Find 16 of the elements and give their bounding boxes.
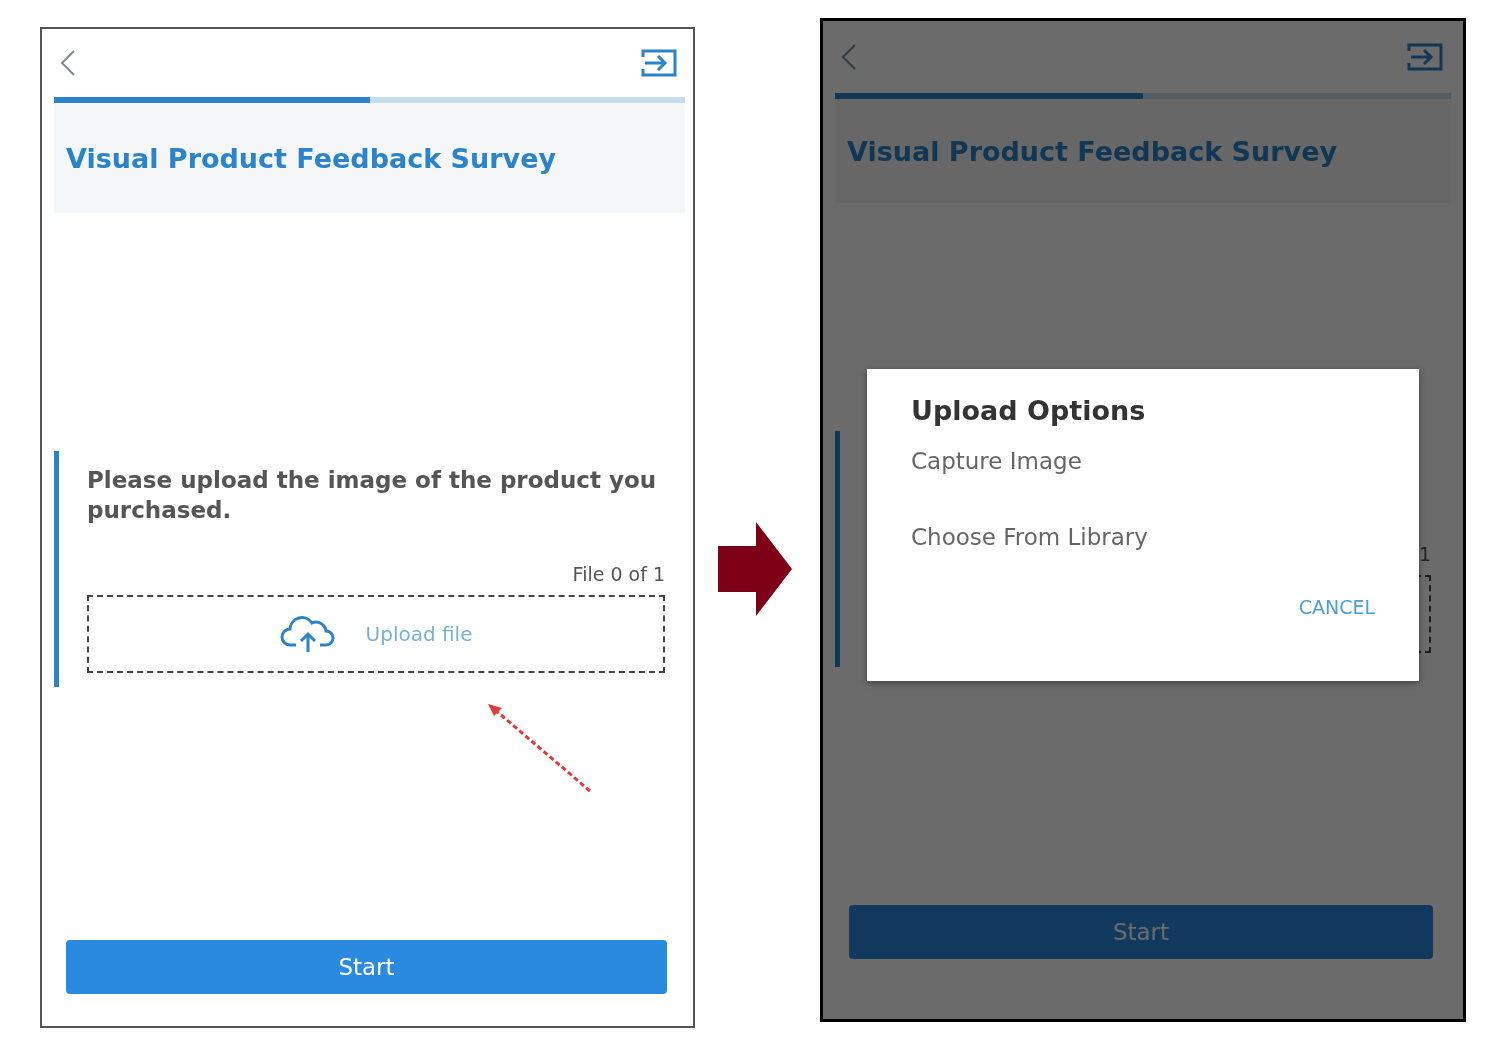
cloud-upload-icon xyxy=(279,615,336,653)
start-button[interactable]: Start xyxy=(849,905,1433,959)
exit-icon[interactable] xyxy=(641,49,677,77)
survey-title: Visual Product Feedback Survey xyxy=(847,135,1338,167)
question-text: Please upload the image of the product you purchased. xyxy=(87,466,658,525)
dialog-option[interactable]: Capture Image xyxy=(911,448,1375,524)
start-button[interactable]: Start xyxy=(66,940,667,994)
right-arrow-icon xyxy=(718,522,792,616)
file-counter: File 0 of 1 xyxy=(571,563,665,585)
upload-field[interactable]: Upload file xyxy=(87,595,665,673)
back-chevron-icon[interactable] xyxy=(841,44,857,70)
back-chevron-icon[interactable] xyxy=(60,50,76,76)
survey-title: Visual Product Feedback Survey xyxy=(66,142,557,174)
exit-icon[interactable] xyxy=(1407,43,1443,71)
dialog-title: Upload Options xyxy=(911,395,1147,426)
file-counter: 1 xyxy=(1417,543,1431,565)
